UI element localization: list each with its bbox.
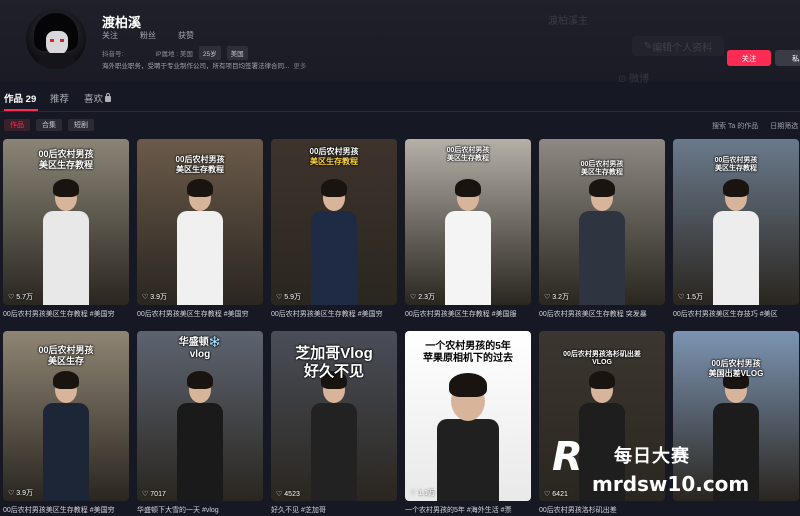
ip-location: IP属地 : 美国: [155, 51, 193, 58]
tab-recommend[interactable]: 推荐: [50, 91, 69, 105]
video-overlay-title: 00后农村男孩 美区生存教程: [580, 161, 624, 177]
heart-icon: ♡: [142, 294, 149, 301]
watermark-url: mrdsw10.com: [592, 472, 750, 496]
age-tag: 25岁: [198, 46, 221, 60]
watermark-logo: R: [552, 434, 583, 480]
subtab-works[interactable]: 作品: [4, 119, 30, 131]
video-overlay-title: 一个农村男孩的5年 苹果原相机下的过去: [423, 341, 513, 364]
avatar[interactable]: [26, 9, 86, 69]
view-count: ♡ 3.9万: [142, 294, 168, 301]
heart-icon: ♡: [544, 491, 551, 498]
profile-meta: 抖音号: IP属地 : 美国 25岁 美国: [102, 46, 248, 60]
video-overlay-title: 00后农村男孩 美区生存: [38, 345, 94, 366]
watermark: R 每日大赛 mrdsw10.com: [552, 430, 800, 516]
video-card[interactable]: 一个农村男孩的5年 苹果原相机下的过去 ♡ 1.1万一个农村男孩的5年 #海外生活 #…: [405, 331, 532, 515]
video-caption[interactable]: 华盛顿下大雪的一天 #vlog: [137, 505, 264, 515]
heart-icon: ♡: [276, 491, 283, 498]
video-card[interactable]: 华盛顿❄️ vlog ♡ 7017 华盛顿下大雪的一天 #vlog: [137, 331, 264, 515]
country-tag: 美国: [226, 46, 248, 60]
heart-icon: ♡: [8, 490, 15, 497]
view-count: ♡ 1.5万: [678, 294, 704, 301]
profile-header: 渡柏溪 关注 粉丝 获赞 抖音号: IP属地 : 美国 25岁 美国 海外职业职…: [0, 0, 800, 85]
bio-more-link[interactable]: 更多: [293, 63, 306, 70]
video-caption[interactable]: 好久不见 #芝加哥: [271, 505, 398, 515]
profile-bio: 海外职业职务，受聘于专业制作公司，所有项目均签署法律合同... 更多: [102, 63, 307, 70]
video-caption[interactable]: 00后农村男孩美区生存教程 #美国穷: [3, 309, 130, 319]
tab-works[interactable]: 作品 29: [4, 91, 36, 105]
video-caption[interactable]: 一个农村男孩的5年 #海外生活 #票: [405, 505, 532, 515]
video-thumbnail[interactable]: 00后农村男孩 美区生存教程 ♡ 5.7万: [3, 139, 129, 305]
video-card[interactable]: 00后农村男孩 美区生存教程 ♡ 5.7万 00后农村男孩美区生存教程 #美国穷: [3, 139, 130, 319]
profile-stats: 关注 粉丝 获赞: [102, 30, 194, 41]
video-thumbnail[interactable]: 00后农村男孩 美区生存教程 ♡ 1.5万: [673, 139, 799, 305]
following-stat[interactable]: 关注: [102, 30, 118, 41]
edit-profile-button[interactable]: ✎ 编辑个人资料: [632, 36, 724, 56]
heart-icon: ♡: [678, 294, 685, 301]
heart-icon: ♡: [410, 294, 417, 301]
followers-stat[interactable]: 粉丝: [140, 30, 156, 41]
video-thumbnail[interactable]: 一个农村男孩的5年 苹果原相机下的过去 ♡ 1.1万: [405, 331, 531, 501]
heart-icon: ♡: [142, 491, 149, 498]
view-count: ♡ 5.9万: [276, 294, 302, 301]
follow-button[interactable]: 关注: [727, 50, 771, 66]
username: 渡柏溪: [102, 15, 142, 30]
date-filter-link[interactable]: 日期筛选: [770, 121, 798, 131]
lock-icon: [105, 93, 112, 102]
pencil-icon: ✎: [643, 40, 653, 52]
video-card[interactable]: 00后农村男孩 美区生存教程 ♡ 1.5万 00后农村男孩美区生存技巧 #美区: [673, 139, 800, 319]
video-card[interactable]: 芝加哥Vlog 好久不见 ♡ 4523 好久不见 #芝加哥: [271, 331, 398, 515]
video-card[interactable]: 00后农村男孩 美区生存教程 ♡ 3.9万 00后农村男孩美区生存教程 #美国穷: [137, 139, 264, 319]
video-thumbnail[interactable]: 00后农村男孩 美区生存 ♡ 3.9万: [3, 331, 129, 501]
video-thumbnail[interactable]: 芝加哥Vlog 好久不见 ♡ 4523: [271, 331, 397, 501]
view-count: ♡ 7017: [142, 490, 166, 499]
video-card[interactable]: 00后农村男孩 美区生存 ♡ 3.9万 00后农村男孩美区生存教程 #美国穷: [3, 331, 130, 515]
ghost-title: 渡柏溪主: [548, 16, 588, 27]
watermark-brand: 每日大赛: [614, 446, 690, 466]
video-overlay-title: 00后农村男孩 美区生存教程: [175, 155, 225, 174]
video-caption[interactable]: 00后农村男孩美区生存教程 #美国服: [405, 309, 532, 319]
video-overlay-title: 00后农村男孩洛杉矶出差 VLOG: [563, 351, 641, 367]
video-thumbnail[interactable]: 00后农村男孩 美区生存教程 ♡ 2.3万: [405, 139, 531, 305]
video-overlay-title: 芝加哥Vlog 好久不见: [295, 345, 373, 380]
video-caption[interactable]: 00后农村男孩美区生存技巧 #美区: [673, 309, 800, 319]
video-thumbnail[interactable]: 00后农村男孩 美区生存教程 ♡ 3.2万: [539, 139, 665, 305]
video-overlay-title: 华盛顿❄️ vlog: [178, 337, 222, 360]
video-thumbnail[interactable]: 00后农村男孩 美区生存教程 ♡ 5.9万: [271, 139, 397, 305]
profile-tabs: 作品 29 推荐 喜欢: [0, 82, 800, 112]
video-caption[interactable]: 00后农村男孩美区生存教程 #美国穷: [3, 505, 130, 515]
view-count: ♡ 2.3万: [410, 294, 436, 301]
subtab-collections[interactable]: 合集: [36, 119, 62, 131]
video-overlay-title: 00后农村男孩 美区生存教程: [38, 149, 94, 170]
douyin-id-label: 抖音号:: [102, 51, 124, 58]
video-overlay-title: 00后农村男孩 美区生存教程: [309, 147, 359, 166]
video-thumbnail[interactable]: 华盛顿❄️ vlog ♡ 7017: [137, 331, 263, 501]
message-button[interactable]: 私: [775, 50, 800, 66]
view-count: ♡ 5.7万: [8, 294, 34, 301]
video-card[interactable]: 00后农村男孩 美区生存教程 ♡ 2.3万 00后农村男孩美区生存教程 #美国服: [405, 139, 532, 319]
subtab-bar: 作品 合集 短剧: [4, 119, 94, 131]
view-count: ♡ 1.1万: [410, 490, 436, 497]
video-overlay-title: 00后农村男孩 美国出差VLOG: [708, 359, 764, 378]
video-caption[interactable]: 00后农村男孩美区生存教程 #美国穷: [137, 309, 264, 319]
tab-likes[interactable]: 喜欢: [84, 91, 112, 105]
heart-icon: ♡: [276, 294, 283, 301]
video-overlay-title: 00后农村男孩 美区生存教程: [714, 157, 758, 173]
filter-links: 搜索 Ta 的作品 日期筛选: [712, 121, 798, 131]
video-caption[interactable]: 00后农村男孩美区生存教程 突发暴: [539, 309, 666, 319]
heart-icon: ♡: [8, 294, 15, 301]
video-overlay-title: 00后农村男孩 美区生存教程: [446, 147, 490, 163]
heart-icon: ♡: [544, 294, 551, 301]
video-caption[interactable]: 00后农村男孩美区生存教程 #美国穷: [271, 309, 398, 319]
video-card[interactable]: 00后农村男孩 美区生存教程 ♡ 3.2万 00后农村男孩美区生存教程 突发暴: [539, 139, 666, 319]
view-count: ♡ 3.9万: [8, 490, 34, 497]
video-thumbnail[interactable]: 00后农村男孩 美区生存教程 ♡ 3.9万: [137, 139, 263, 305]
view-count: ♡ 4523: [276, 490, 300, 499]
likes-stat: 获赞: [178, 31, 194, 40]
heart-icon: ♡: [410, 490, 417, 497]
view-count: ♡ 3.2万: [544, 294, 570, 301]
search-works-link[interactable]: 搜索 Ta 的作品: [712, 121, 758, 131]
video-card[interactable]: 00后农村男孩 美区生存教程 ♡ 5.9万 00后农村男孩美区生存教程 #美国穷: [271, 139, 398, 319]
subtab-short-drama[interactable]: 短剧: [68, 119, 94, 131]
active-tab-indicator: [4, 109, 38, 111]
